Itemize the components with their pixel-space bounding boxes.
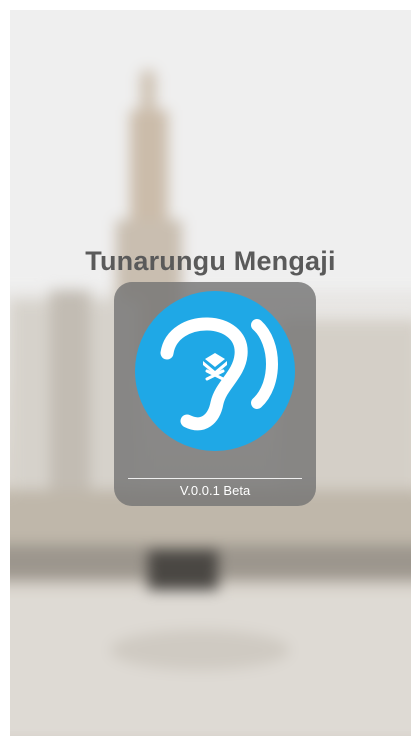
quran-icon bbox=[203, 353, 227, 381]
splash-card: V.0.0.1 Beta bbox=[114, 282, 316, 506]
divider bbox=[128, 478, 302, 479]
app-title: Tunarungu Mengaji bbox=[85, 246, 336, 276]
version-label: V.0.0.1 Beta bbox=[179, 483, 251, 498]
splash-screen: Tunarungu Mengaji V.0.0.1 Beta bbox=[10, 10, 411, 736]
ear-with-quran-icon bbox=[135, 291, 295, 451]
